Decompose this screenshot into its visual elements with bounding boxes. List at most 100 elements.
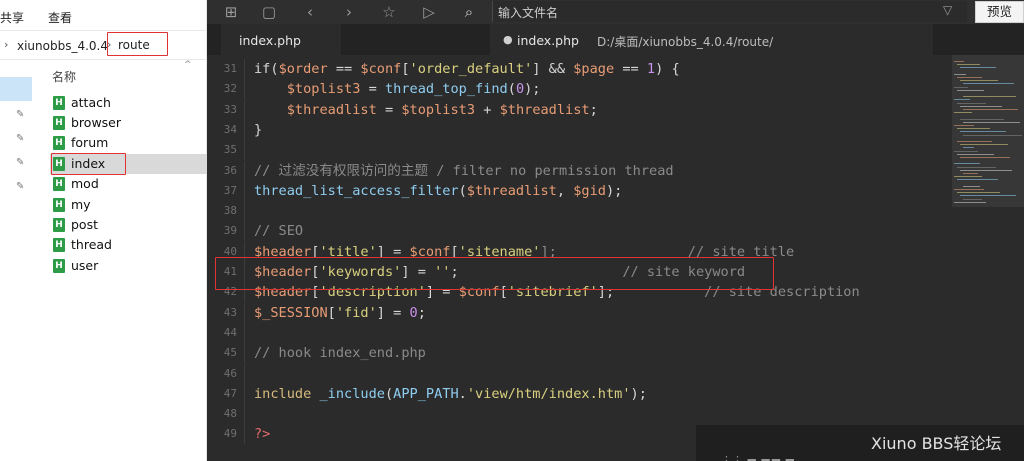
forward-arrow-icon[interactable]: › [339, 2, 359, 22]
minimap-line [957, 102, 986, 104]
address-bar[interactable]: › xiunobbs_4.0.4 › [0, 30, 207, 60]
minimap-line [954, 150, 978, 152]
code-line[interactable]: 33 $threadlist = $toplist3 + $threadlist… [207, 99, 947, 120]
preview-button[interactable]: 预览 [975, 1, 1024, 23]
code-line[interactable]: 36 // 过滤没有权限访问的主题 / filter no permission … [207, 160, 947, 181]
line-number: 32 [223, 82, 237, 96]
play-icon[interactable]: ▷ [419, 2, 439, 22]
file-item[interactable]: Hmod [50, 174, 207, 194]
file-item[interactable]: Hthread [50, 235, 207, 255]
html-file-icon: H [53, 259, 65, 273]
html-file-icon: H [53, 177, 65, 191]
minimap-line [954, 201, 986, 203]
modified-dot-icon: ● [503, 33, 513, 46]
code-token: thread_list_access_filter [254, 182, 459, 199]
highlight-box [107, 32, 168, 56]
code-line[interactable]: 45 // hook index_end.php [207, 343, 947, 364]
minimap-line [963, 173, 978, 174]
code-line[interactable]: 43 $_SESSION['fid'] = 0; [207, 302, 947, 323]
ribbon-tab-share[interactable]: 共享 [0, 9, 24, 26]
code-token: $threadlist [286, 101, 377, 118]
code-token: APP_PATH [393, 385, 459, 402]
code-token: + [475, 101, 500, 118]
tab-index-php[interactable]: index.php [221, 24, 341, 55]
minimap-line [954, 73, 966, 75]
gutter-divider [244, 140, 245, 161]
line-number: 37 [223, 183, 237, 197]
minimap[interactable] [952, 55, 1024, 461]
minimap-line [960, 67, 996, 69]
gutter-divider [244, 180, 245, 201]
gutter-divider [244, 59, 245, 79]
code-line[interactable]: 48 [207, 404, 947, 425]
gutter-divider [244, 424, 245, 445]
minimap-line [960, 195, 1016, 197]
minimap-line [963, 185, 980, 187]
back-arrow-icon[interactable]: ‹ [300, 2, 320, 22]
breadcrumb-segment[interactable]: xiunobbs_4.0.4 [17, 39, 108, 53]
file-item[interactable]: Hmy [50, 195, 207, 215]
code-line[interactable]: 44 [207, 322, 947, 343]
code-text: include _include(APP_PATH.'view/htm/inde… [254, 384, 647, 404]
code-line[interactable]: 34} [207, 119, 947, 140]
code-token: ; [417, 304, 426, 321]
minimap-line [957, 77, 982, 78]
line-number: 43 [223, 305, 237, 319]
code-token: 'view/htm/index.htm' [466, 385, 631, 402]
code-token: $threadlist [466, 182, 557, 199]
pin-icon: ✎ [16, 109, 25, 120]
tab-file-path[interactable]: ● index.php D:/桌面/xiunobbs_4.0.4/route/ [490, 24, 933, 55]
file-item[interactable]: Hpost [50, 215, 207, 235]
html-file-icon: H [53, 218, 65, 232]
code-token: $toplist3 [401, 101, 476, 118]
code-line[interactable]: 31 if($order == $conf['order_default'] &&… [207, 59, 947, 79]
star-icon[interactable]: ☆ [379, 2, 399, 22]
file-item[interactable]: Huser [50, 256, 207, 276]
code-line[interactable]: 37 thread_list_access_filter($threadlist,… [207, 180, 947, 201]
line-number: 35 [223, 143, 237, 157]
highlight-box [51, 153, 126, 175]
gutter-divider [244, 383, 245, 404]
line-number: 46 [223, 366, 237, 380]
code-token: 'order_default' [409, 61, 533, 77]
code-text: $threadlist = $toplist3 + $threadlist; [254, 100, 598, 120]
file-item[interactable]: Hbrowser [50, 113, 207, 133]
minimap-line [957, 153, 994, 155]
code-line[interactable]: 39 // SEO [207, 221, 947, 242]
minimap-line [963, 121, 1020, 123]
code-token: == [327, 61, 361, 77]
gutter-divider [244, 119, 245, 140]
html-file-icon: H [53, 96, 65, 110]
minimap-line [960, 169, 1012, 171]
pin-icon: ✎ [16, 133, 25, 144]
code-text: // hook index_end.php [254, 343, 426, 363]
code-text: // 过滤没有权限访问的主题 / filter no permission th… [254, 161, 674, 181]
file-search-icon[interactable]: ⌕ [459, 2, 479, 22]
file-search-input[interactable]: 输入文件名 [492, 1, 967, 22]
new-file-icon[interactable]: ⊞ [221, 2, 241, 22]
nav-selected-item[interactable] [0, 77, 32, 101]
ribbon-tab-view[interactable]: 查看 [48, 9, 72, 26]
minimap-line [960, 118, 1004, 120]
chevron-right-icon: › [4, 38, 9, 51]
minimap-line [957, 128, 990, 130]
code-line[interactable]: 38 [207, 201, 947, 222]
minimap-line [963, 147, 974, 149]
filter-icon[interactable]: ▽ [943, 3, 952, 17]
minimap-line [960, 144, 1008, 146]
code-line[interactable]: 35 [207, 140, 947, 161]
code-line[interactable]: 47 include _include(APP_PATH.'view/htm/in… [207, 383, 947, 404]
code-token: 0 [409, 304, 418, 321]
line-number: 45 [223, 346, 237, 360]
file-item[interactable]: Hforum [50, 133, 207, 153]
file-item[interactable]: Hattach [50, 93, 207, 113]
pin-icon: ✎ [16, 157, 25, 168]
save-icon[interactable]: ▢ [259, 2, 279, 22]
code-line[interactable]: 46 [207, 363, 947, 384]
code-line[interactable]: 32 $toplist3 = thread_top_find(0); [207, 79, 947, 100]
column-header-name[interactable]: 名称 [52, 68, 76, 85]
gutter-divider [244, 404, 245, 425]
code-token: ) { [655, 61, 680, 77]
